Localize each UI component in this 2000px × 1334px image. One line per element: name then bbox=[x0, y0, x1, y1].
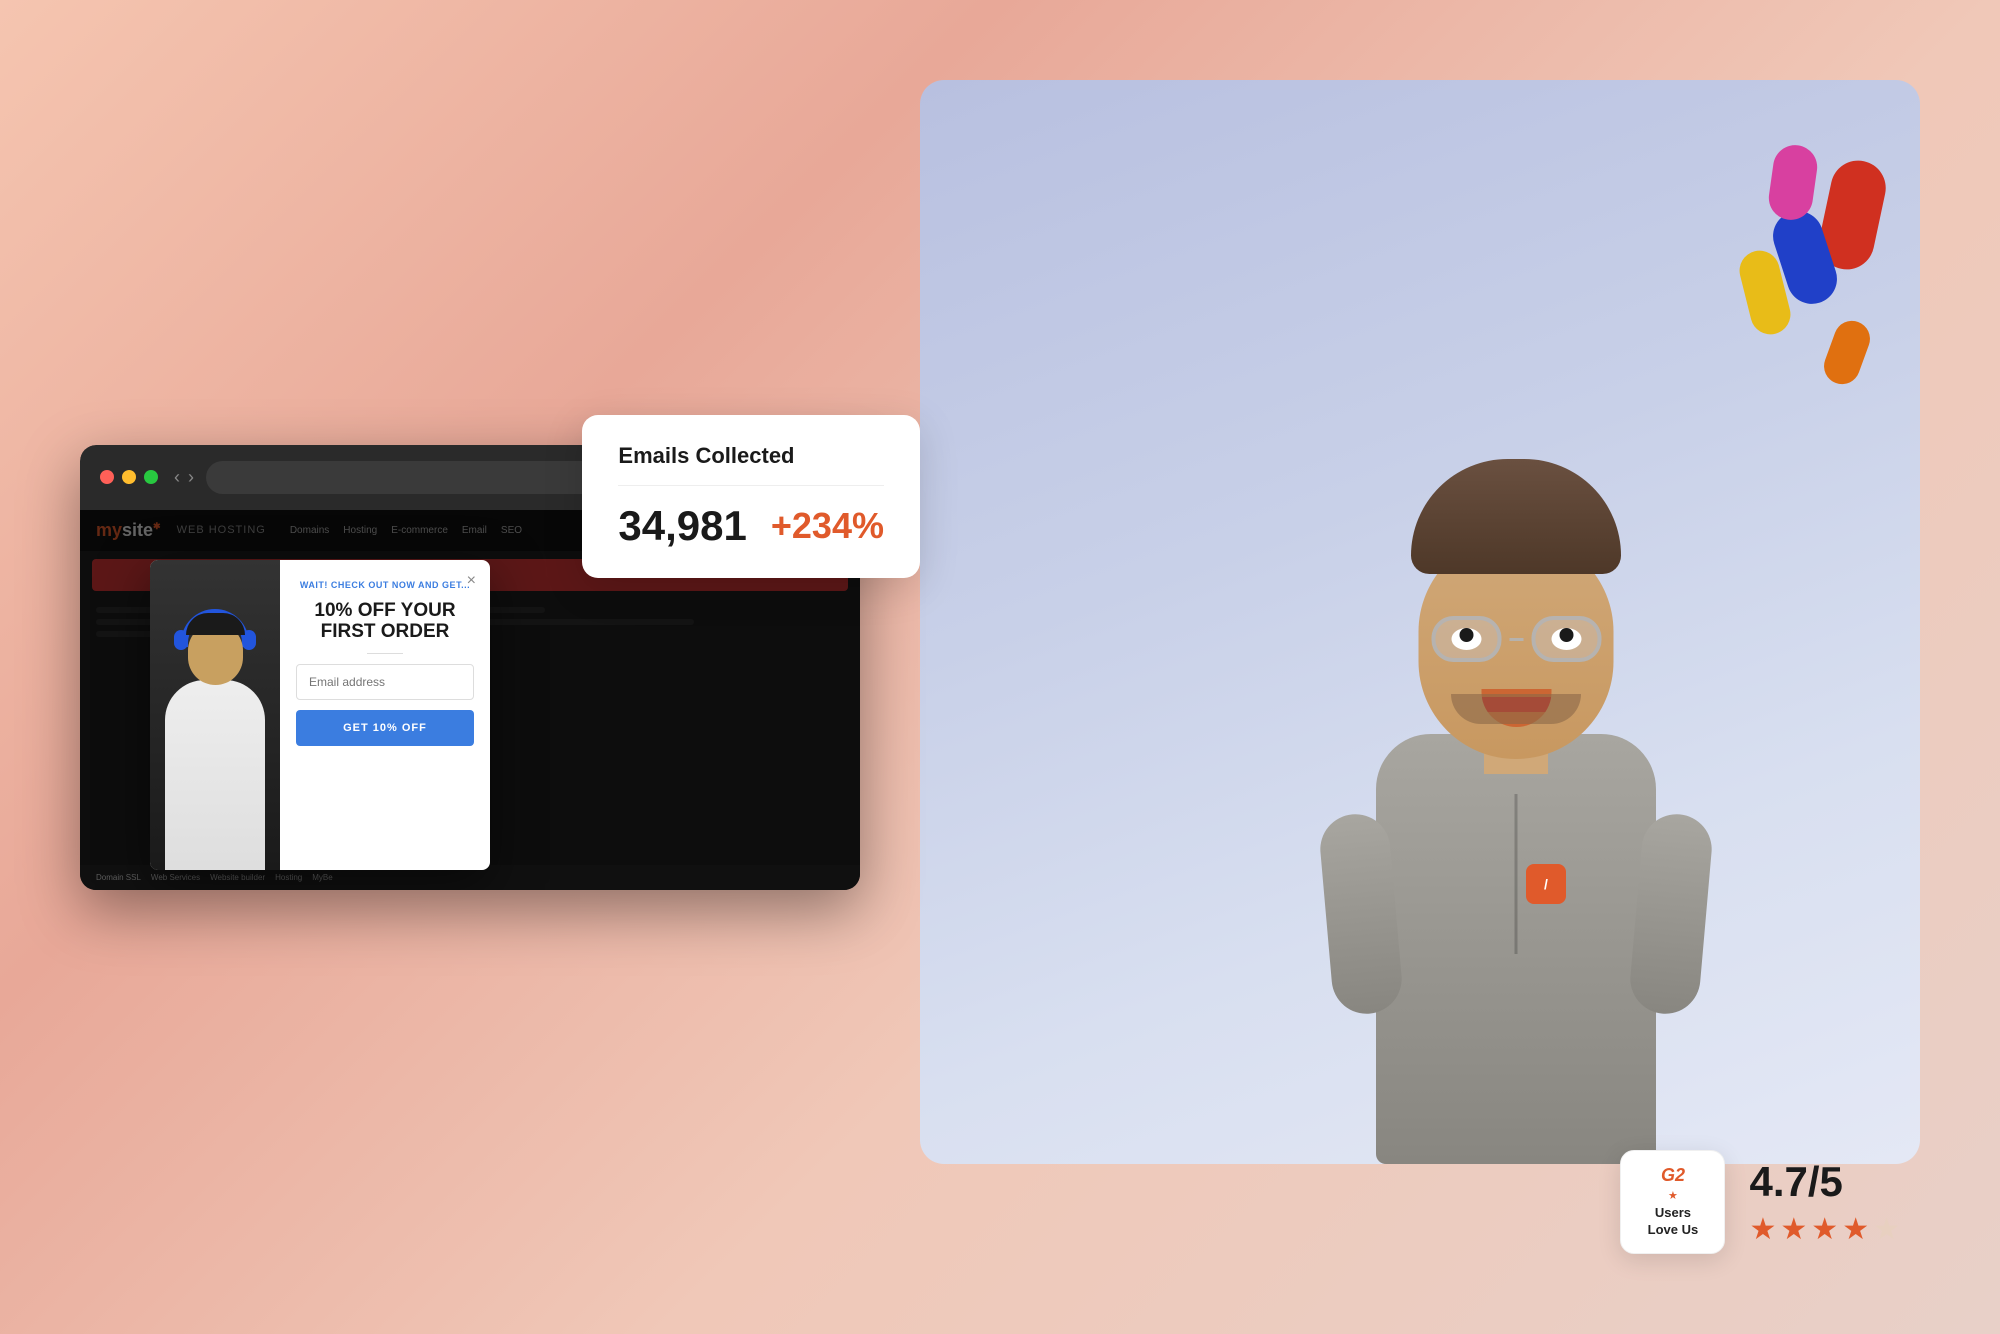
glasses-left-lens bbox=[1431, 616, 1501, 662]
popup-heading-line2: FIRST ORDER bbox=[321, 621, 450, 642]
hoodie-zipper bbox=[1515, 794, 1518, 954]
glasses-right-lens bbox=[1531, 616, 1601, 662]
character-background: / bbox=[920, 80, 1920, 1164]
person-hair bbox=[186, 613, 245, 635]
hoodie-brand-badge: / bbox=[1526, 864, 1566, 904]
character-beard bbox=[1451, 694, 1581, 724]
character-body-group: / bbox=[1356, 644, 1676, 1164]
abstract-shapes-group bbox=[1710, 140, 1890, 460]
popup-email-input[interactable] bbox=[296, 664, 474, 700]
rating-section: G2 ★ UsersLove Us 4.7/5 ★ ★ ★ ★ ★ bbox=[1620, 1150, 1900, 1254]
character-glasses bbox=[1431, 614, 1601, 664]
stats-number: 34,981 bbox=[618, 502, 746, 550]
users-love-us-text: UsersLove Us bbox=[1637, 1205, 1708, 1239]
stats-card-values: 34,981 +234% bbox=[618, 502, 884, 550]
popup-heading: 10% OFF YOUR FIRST ORDER bbox=[296, 600, 474, 644]
eye-right bbox=[1551, 628, 1581, 650]
star-1: ★ bbox=[1749, 1212, 1776, 1247]
stats-card-title: Emails Collected bbox=[618, 443, 884, 486]
glasses-bridge bbox=[1509, 638, 1523, 641]
popup-inner: WAIT! CHECK OUT NOW AND GET... 10% OFF Y… bbox=[150, 560, 490, 870]
shape-pink bbox=[1766, 142, 1820, 222]
g2-badge: G2 ★ UsersLove Us bbox=[1620, 1150, 1725, 1254]
rating-score: 4.7/5 bbox=[1749, 1158, 1900, 1206]
dot-red bbox=[100, 470, 114, 484]
popup-text-column: WAIT! CHECK OUT NOW AND GET... 10% OFF Y… bbox=[280, 560, 490, 870]
stats-percent: +234% bbox=[771, 505, 884, 547]
popup-image-column bbox=[150, 560, 280, 870]
popup-person-figure bbox=[165, 623, 265, 870]
browser-nav: ‹ › bbox=[174, 467, 194, 488]
shape-orange bbox=[1819, 316, 1875, 389]
browser-dots bbox=[100, 470, 158, 484]
popup-close-button[interactable]: × bbox=[463, 568, 480, 594]
rating-details: 4.7/5 ★ ★ ★ ★ ★ bbox=[1749, 1158, 1900, 1247]
character-hair bbox=[1411, 459, 1621, 574]
g2-logo-text: G2 bbox=[1637, 1165, 1708, 1186]
popup-modal: × bbox=[150, 560, 490, 870]
stats-card: Emails Collected 34,981 +234% bbox=[582, 415, 920, 578]
popup-separator bbox=[367, 653, 403, 654]
popup-heading-line1: 10% OFF YOUR bbox=[314, 600, 455, 621]
rating-stars: ★ ★ ★ ★ ★ bbox=[1749, 1212, 1900, 1247]
main-layout: Emails Collected 34,981 +234% ‹ › bbox=[0, 0, 2000, 1334]
star-5: ★ bbox=[1873, 1212, 1900, 1247]
character-hoodie: / bbox=[1376, 734, 1656, 1164]
back-icon[interactable]: ‹ bbox=[174, 467, 180, 488]
dot-yellow bbox=[122, 470, 136, 484]
g2-star: ★ bbox=[1637, 1189, 1708, 1202]
eye-left bbox=[1451, 628, 1481, 650]
star-4: ★ bbox=[1842, 1212, 1869, 1247]
footer-link: Domain SSL bbox=[96, 873, 141, 882]
browser-section: Emails Collected 34,981 +234% ‹ › bbox=[80, 445, 860, 890]
forward-icon[interactable]: › bbox=[188, 467, 194, 488]
person-body bbox=[165, 680, 265, 870]
popup-cta-button[interactable]: GET 10% OFF bbox=[296, 710, 474, 746]
pupil-right bbox=[1559, 628, 1573, 642]
right-section: / bbox=[920, 60, 1920, 1274]
pupil-left bbox=[1459, 628, 1473, 642]
popup-wrapper: × bbox=[150, 560, 860, 890]
star-2: ★ bbox=[1780, 1212, 1807, 1247]
star-3: ★ bbox=[1811, 1212, 1838, 1247]
dot-green bbox=[144, 470, 158, 484]
person-head bbox=[188, 623, 243, 685]
character-figure: / bbox=[1356, 644, 1676, 1164]
popup-eyebrow: WAIT! CHECK OUT NOW AND GET... bbox=[296, 580, 474, 590]
